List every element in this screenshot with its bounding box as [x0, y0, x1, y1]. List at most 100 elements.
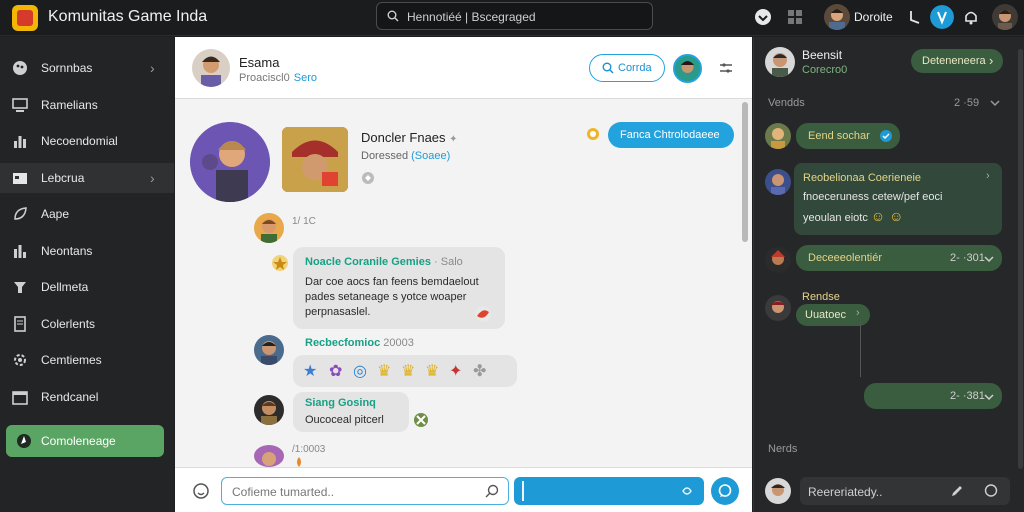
message-avatar[interactable]	[254, 395, 284, 425]
sidebar-cta-button[interactable]: Comoleneage	[6, 425, 164, 457]
message-avatar[interactable]	[254, 213, 284, 243]
group-subtitle: Doressed (Soaee)	[361, 150, 451, 162]
sidebar-item-label: Dellmeta	[41, 280, 89, 294]
sidebar-item-label: Cemtiemes	[41, 353, 102, 367]
action-bar[interactable]	[514, 477, 704, 505]
message-avatar[interactable]	[765, 123, 791, 149]
emoji-2[interactable]: ✿	[329, 361, 342, 381]
right-message[interactable]: Uuatoec ›	[796, 304, 870, 326]
search-input[interactable]: Hennotiéé | Bscegraged	[407, 10, 536, 24]
emoji-1[interactable]: ★	[303, 361, 317, 381]
gear-icon	[14, 354, 26, 366]
sidebar-item-ramelians[interactable]: Ramelians	[0, 90, 174, 120]
tag-icon[interactable]	[361, 171, 375, 185]
right-contact-name: Beensit	[802, 48, 843, 62]
message-avatar[interactable]	[765, 247, 791, 273]
right-message-box[interactable]: Reobelionaa Coerieneie fnoeceruness cete…	[794, 163, 1002, 235]
chat-contact-status: Proaciscl0 Sero	[239, 72, 317, 84]
message-input[interactable]: Cofieme tumarted..	[221, 477, 509, 505]
sidebar-item-label: Colerlents	[41, 317, 96, 331]
search-icon	[387, 10, 399, 22]
right-message[interactable]: 2- ·381	[864, 383, 1002, 409]
message-avatar[interactable]	[254, 445, 284, 467]
compass-icon	[17, 434, 31, 448]
game-thumbnail[interactable]	[282, 127, 348, 192]
message-timestamp: 1/ 1C	[292, 216, 316, 227]
right-contact-sub: Corecro0	[802, 64, 848, 76]
sidebar-item-cemtiemes[interactable]: Cemtiemes	[0, 345, 174, 375]
emoji-6[interactable]: ♛	[425, 361, 439, 381]
right-contact-avatar[interactable]	[765, 47, 795, 77]
sidebar-item-dellmeta[interactable]: Dellmeta	[0, 272, 174, 302]
right-header-button[interactable]: Deteneneera ›	[911, 49, 1003, 73]
emoji-picker-icon[interactable]	[193, 483, 209, 499]
right-panel: Beensit Corecro0 Deteneneera › Vendds 2 …	[753, 37, 1024, 512]
message-avatar[interactable]	[765, 169, 791, 195]
chat-scrollbar[interactable]	[742, 102, 748, 242]
composer-avatar[interactable]	[765, 478, 791, 504]
sidebar-item-colerlents[interactable]: Colerlents	[0, 309, 174, 339]
search-box[interactable]: Hennotiéé | Bscegraged	[376, 2, 653, 30]
chevron-down-icon	[984, 394, 994, 401]
emoji-message[interactable]: ★ ✿ ◎ ♛ ♛ ♛ ✦ ✤	[293, 355, 517, 387]
right-message[interactable]: Eend sochar	[796, 123, 900, 149]
chevron-down-icon	[984, 256, 994, 263]
attach-icon[interactable]	[680, 484, 694, 498]
reaction-icon[interactable]	[413, 412, 429, 428]
emoji-7[interactable]: ✦	[449, 361, 462, 381]
reaction-icon[interactable]	[474, 305, 492, 323]
app-logo[interactable]	[12, 5, 38, 31]
sidebar-item-rendcanel[interactable]: Rendcanel	[0, 382, 174, 412]
sidebar-item-lebcrua[interactable]: Lebcrua ›	[0, 163, 174, 193]
message-avatar[interactable]	[765, 295, 791, 321]
chat-contact-avatar[interactable]	[192, 49, 230, 87]
right-scrollbar[interactable]	[1018, 49, 1023, 469]
grid-icon[interactable]	[786, 8, 804, 26]
message-bubble[interactable]: Noacle Coranile Gemies · Salo Dar coe ao…	[293, 247, 505, 329]
right-message-input[interactable]: Reereriatedy..	[800, 477, 1010, 505]
folder-icon	[13, 173, 27, 184]
group-title: Doncler Fnaes ✦	[361, 130, 458, 145]
chat-panel: Esama Proaciscl0 Sero Corrda Doncler Fnae…	[175, 37, 752, 512]
sidebar-item-necoendomial[interactable]: Necoendomial	[0, 126, 174, 156]
profile-avatar[interactable]	[992, 4, 1018, 30]
sidebar-item-label: Ramelians	[41, 98, 98, 112]
contact-button[interactable]: Corrda	[589, 54, 665, 82]
status-dot-icon	[587, 128, 599, 140]
chat-bubble-icon[interactable]	[984, 484, 998, 498]
verified-icon[interactable]	[930, 5, 954, 29]
user-avatar[interactable]	[824, 4, 850, 30]
pencil-icon[interactable]	[950, 484, 964, 498]
phone-icon[interactable]	[906, 8, 924, 26]
chart-bars-icon	[14, 136, 26, 148]
emoji-4[interactable]: ♛	[377, 361, 391, 381]
heart-icon[interactable]	[754, 8, 772, 26]
composer: Cofieme tumarted..	[175, 467, 752, 512]
right-message-author: Rendse	[802, 291, 840, 303]
message-bubble[interactable]: Siang Gosinq Oucoceal pitcerl	[293, 392, 409, 432]
pin-icon	[14, 282, 26, 293]
sidebar-item-sornnbas[interactable]: Sornnbas ›	[0, 53, 174, 83]
sidebar-item-neontans[interactable]: Neontans	[0, 236, 174, 266]
outgoing-message[interactable]: Fanca Chtrolodaeee	[608, 122, 734, 148]
emoji-5[interactable]: ♛	[401, 361, 415, 381]
flame-icon	[297, 457, 301, 467]
right-message[interactable]: Deceeeolentiér 2- ·301	[796, 245, 1002, 271]
message-avatar[interactable]	[254, 335, 284, 365]
chevron-down-icon[interactable]	[990, 98, 1000, 108]
leaf-icon	[14, 207, 27, 220]
filter-icon[interactable]	[719, 61, 733, 75]
bell-icon[interactable]	[962, 8, 980, 26]
sidebar-item-label: Rendcanel	[41, 390, 99, 404]
chat-member-avatar[interactable]	[673, 54, 702, 83]
section-label: Nerds	[768, 443, 798, 455]
sidebar-item-aape[interactable]: Aape	[0, 199, 174, 229]
app-title: Komunitas Game Inda	[48, 8, 208, 25]
emoji-8[interactable]: ✤	[473, 361, 486, 381]
chat-header: Esama Proaciscl0 Sero Corrda	[175, 37, 752, 99]
group-avatar[interactable]	[190, 122, 270, 202]
palette-icon	[13, 61, 27, 75]
send-button[interactable]	[711, 477, 739, 505]
star-badge-icon	[272, 255, 288, 271]
emoji-3[interactable]: ◎	[353, 361, 367, 381]
